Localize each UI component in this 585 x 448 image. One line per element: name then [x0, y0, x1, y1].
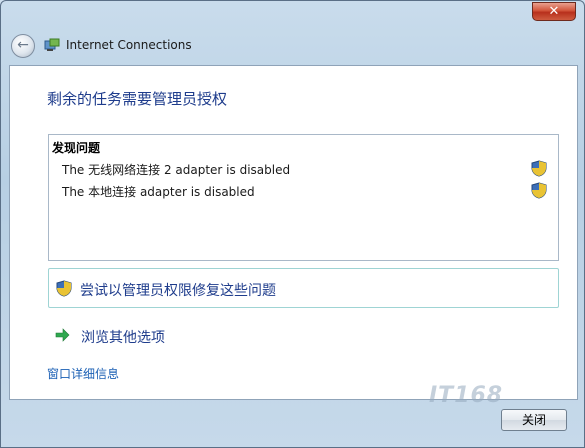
watermark: IT168: [429, 383, 504, 408]
browse-options-label: 浏览其他选项: [81, 330, 165, 346]
close-button[interactable]: 关闭: [501, 409, 567, 431]
green-arrow-icon: [55, 328, 70, 342]
window-close-button[interactable]: ✕: [532, 2, 576, 21]
navigation-bar: ← Internet Connections: [9, 31, 578, 63]
network-connections-icon: [44, 38, 60, 51]
problems-list: 发现问题 The 无线网络连接 2 adapter is disabled Th…: [48, 134, 559, 261]
fix-as-admin-button[interactable]: 尝试以管理员权限修复这些问题: [48, 268, 559, 308]
problem-text: The 无线网络连接 2 adapter is disabled: [62, 163, 291, 177]
problem-text: The 本地连接 adapter is disabled: [62, 185, 255, 199]
problems-header: 发现问题: [52, 141, 101, 155]
problem-item[interactable]: The 本地连接 adapter is disabled: [49, 181, 558, 201]
window-title: Internet Connections: [66, 38, 192, 52]
shield-icon: [56, 280, 72, 297]
page-heading: 剩余的任务需要管理员授权: [47, 90, 228, 108]
fix-as-admin-label: 尝试以管理员权限修复这些问题: [80, 283, 276, 299]
window-details-link[interactable]: 窗口详细信息: [47, 365, 119, 382]
shield-icon: [531, 182, 547, 199]
shield-icon: [531, 160, 547, 177]
dialog-window: ✕ ← Internet Connections 剩余的任务需要管理员授权 发现…: [0, 0, 585, 448]
problem-item[interactable]: The 无线网络连接 2 adapter is disabled: [49, 159, 558, 179]
back-button[interactable]: ←: [11, 34, 35, 58]
content-panel: 剩余的任务需要管理员授权 发现问题 The 无线网络连接 2 adapter i…: [9, 65, 578, 400]
browse-options-link[interactable]: 浏览其他选项: [54, 325, 354, 347]
